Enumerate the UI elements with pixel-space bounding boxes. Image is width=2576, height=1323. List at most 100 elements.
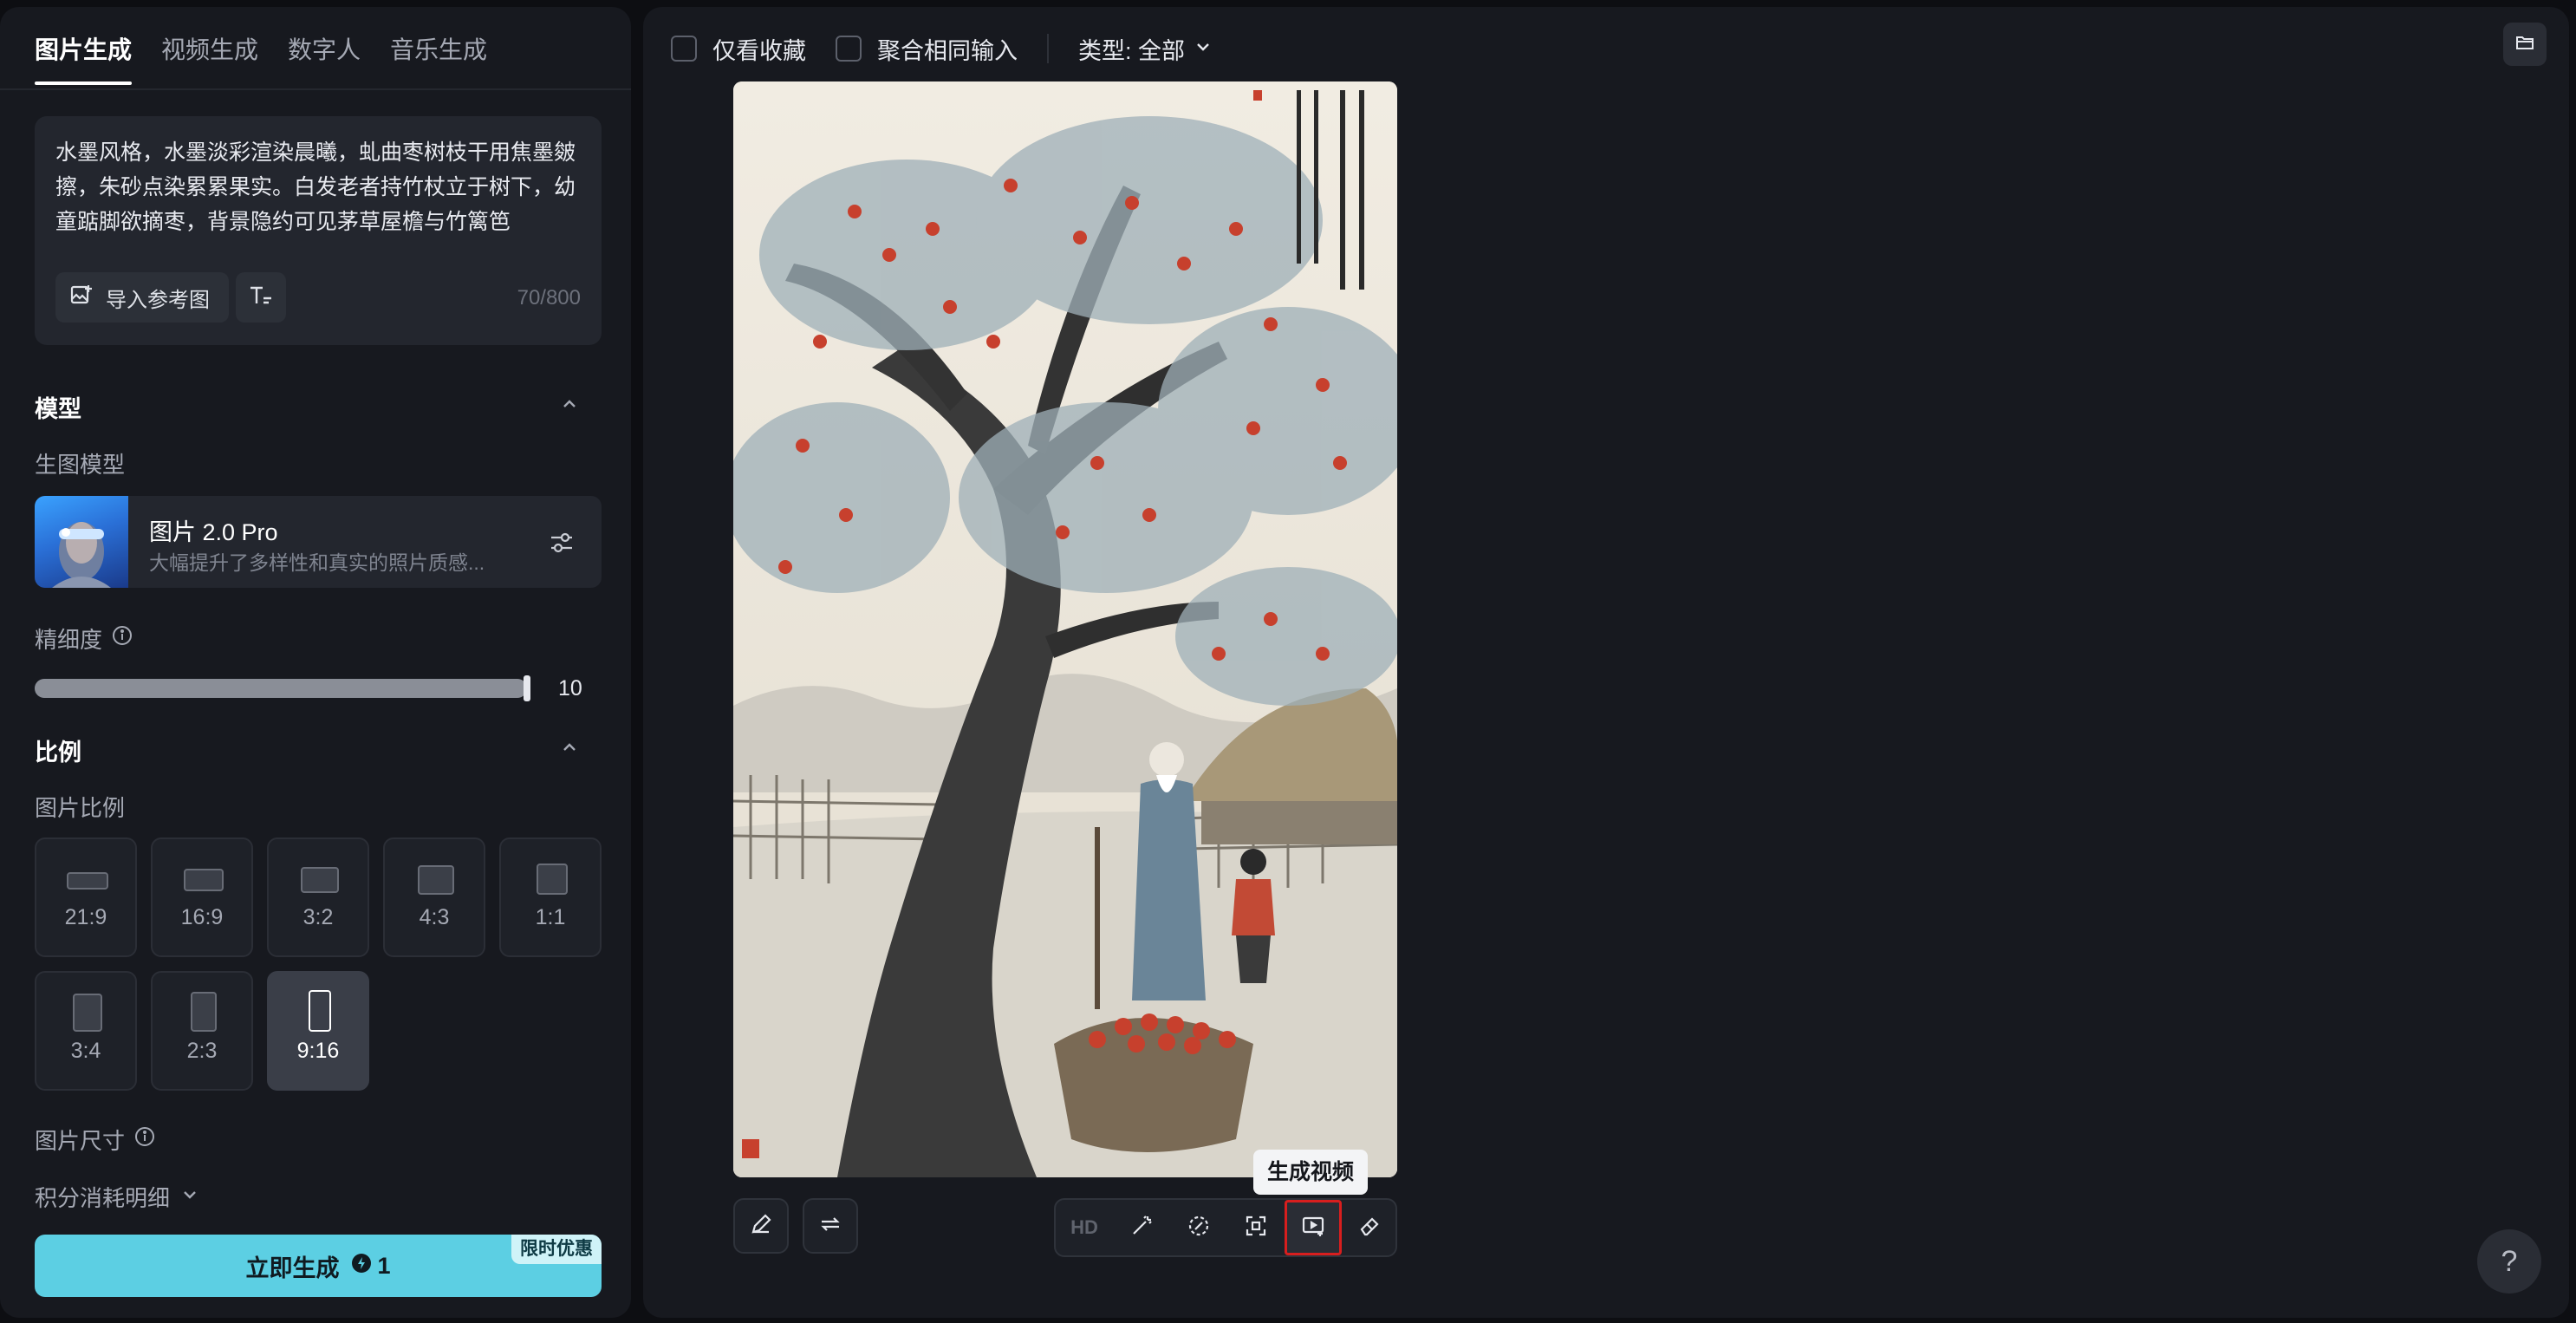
ratio-label: 1:1 bbox=[535, 905, 566, 929]
pencil-icon bbox=[749, 1212, 773, 1241]
ratio-3-2-shape bbox=[301, 867, 339, 893]
video-add-icon bbox=[1301, 1214, 1325, 1242]
ratio-option-3-2[interactable]: 3:2 bbox=[267, 837, 369, 957]
merge-same-input-label: 聚合相同输入 bbox=[877, 37, 1018, 64]
left-panel: 图片生成 视频生成 数字人 音乐生成 水墨风格，水墨淡彩渲染晨曦，虬曲枣树枝干用… bbox=[0, 7, 631, 1318]
ratio-option-4-3[interactable]: 4:3 bbox=[383, 837, 485, 957]
tab-video-generation[interactable]: 视频生成 bbox=[161, 33, 258, 88]
hd-upscale-button[interactable]: HD bbox=[1056, 1200, 1113, 1255]
ratio-4-3-shape bbox=[418, 865, 454, 895]
ratio-section-title: 比例 bbox=[35, 740, 81, 766]
ratio-label: 9:16 bbox=[296, 1039, 340, 1063]
ratio-label: 4:3 bbox=[419, 905, 450, 929]
only-favorites-toggle[interactable]: 仅看收藏 bbox=[671, 32, 806, 66]
ratio-label: 21:9 bbox=[64, 905, 107, 929]
model-selector-card[interactable]: 图片 2.0 Pro 大幅提升了多样性和真实的照片质感... bbox=[35, 496, 602, 588]
generate-video-button[interactable] bbox=[1285, 1200, 1342, 1255]
only-favorites-checkbox[interactable] bbox=[671, 36, 697, 62]
magic-edit-button[interactable] bbox=[1113, 1200, 1170, 1255]
filter-divider bbox=[1047, 34, 1049, 63]
hd-label: HD bbox=[1070, 1216, 1098, 1238]
type-filter-label: 类型: 全部 bbox=[1078, 37, 1186, 64]
tab-digital-human[interactable]: 数字人 bbox=[288, 33, 361, 88]
import-reference-label: 导入参考图 bbox=[106, 288, 210, 312]
expand-frame-icon bbox=[1244, 1214, 1268, 1242]
ratio-option-21-9[interactable]: 21:9 bbox=[35, 837, 137, 957]
ratio-option-9-16[interactable]: 9:16 bbox=[267, 971, 369, 1091]
folder-icon bbox=[2514, 32, 2535, 57]
ratio-option-2-3[interactable]: 2:3 bbox=[151, 971, 253, 1091]
ratio-option-16-9[interactable]: 16:9 bbox=[151, 837, 253, 957]
image-import-icon bbox=[69, 283, 94, 313]
ratio-label: 3:2 bbox=[302, 905, 334, 929]
only-favorites-label: 仅看收藏 bbox=[712, 37, 806, 64]
edit-button[interactable] bbox=[733, 1198, 789, 1254]
ratio-label: 3:4 bbox=[70, 1039, 101, 1063]
ratio-9-16-shape bbox=[309, 990, 331, 1032]
fineness-label: 精细度 bbox=[35, 627, 103, 653]
expand-canvas-button[interactable] bbox=[1227, 1200, 1285, 1255]
type-filter-dropdown[interactable]: 类型: 全部 bbox=[1078, 32, 1213, 66]
magic-wand-icon bbox=[1129, 1214, 1154, 1242]
generate-label: 立即生成 bbox=[245, 1255, 340, 1281]
image-size-label: 图片尺寸 bbox=[35, 1128, 126, 1154]
text-style-button[interactable] bbox=[236, 272, 286, 323]
model-section-title: 模型 bbox=[35, 396, 81, 422]
info-icon[interactable] bbox=[111, 624, 133, 653]
filter-bar: 仅看收藏 聚合相同输入 类型: 全部 bbox=[671, 28, 1213, 69]
credit-cost: 1 bbox=[351, 1252, 391, 1280]
prompt-box: 水墨风格，水墨淡彩渲染晨曦，虬曲枣树枝干用焦墨皴擦，朱砂点染累累果实。白发老者持… bbox=[35, 116, 602, 345]
credit-coin-icon bbox=[351, 1253, 372, 1280]
model-description: 大幅提升了多样性和真实的照片质感... bbox=[149, 551, 485, 574]
inpaint-button[interactable] bbox=[1170, 1200, 1227, 1255]
text-format-icon bbox=[248, 284, 274, 312]
character-count: 70/800 bbox=[517, 286, 581, 310]
tab-image-generation[interactable]: 图片生成 bbox=[35, 33, 133, 88]
tabs-divider bbox=[0, 88, 631, 90]
limited-offer-badge: 限时优惠 bbox=[511, 1235, 602, 1264]
chevron-down-icon bbox=[1194, 36, 1213, 62]
image-actions-toolbar: HD bbox=[1054, 1198, 1397, 1257]
import-reference-button[interactable]: 导入参考图 bbox=[55, 272, 229, 323]
fineness-value: 10 bbox=[558, 676, 582, 701]
eraser-icon bbox=[1358, 1214, 1382, 1242]
collapse-ratio-chevron-icon[interactable] bbox=[559, 737, 580, 758]
ratio-label: 16:9 bbox=[180, 905, 224, 929]
sliders-settings-icon[interactable] bbox=[548, 529, 576, 557]
ratio-option-3-4[interactable]: 3:4 bbox=[35, 971, 137, 1091]
prompt-input[interactable]: 水墨风格，水墨淡彩渲染晨曦，虬曲枣树枝干用焦墨皴擦，朱砂点染累累果实。白发老者持… bbox=[55, 135, 576, 241]
results-panel: 仅看收藏 聚合相同输入 类型: 全部 生成视频 HD ? bbox=[643, 7, 2569, 1318]
ratio-1-1-shape bbox=[537, 864, 568, 895]
image-size-label-row: 图片尺寸 bbox=[35, 1124, 156, 1156]
ratio-21-9-shape bbox=[67, 872, 108, 890]
model-avatar bbox=[35, 496, 128, 588]
folder-button[interactable] bbox=[2503, 23, 2547, 66]
ratio-option-1-1[interactable]: 1:1 bbox=[499, 837, 602, 957]
merge-same-input-toggle[interactable]: 聚合相同输入 bbox=[836, 32, 1018, 66]
tab-music-generation[interactable]: 音乐生成 bbox=[390, 33, 487, 88]
image-model-label: 生图模型 bbox=[35, 452, 126, 478]
fineness-slider-fill bbox=[35, 679, 527, 698]
fineness-slider[interactable] bbox=[35, 675, 530, 701]
regenerate-button[interactable] bbox=[803, 1198, 858, 1254]
generate-video-tooltip: 生成视频 bbox=[1253, 1150, 1369, 1195]
ratio-label: 2:3 bbox=[186, 1039, 218, 1063]
eraser-button[interactable] bbox=[1342, 1200, 1399, 1255]
ratio-16-9-shape bbox=[184, 869, 224, 891]
image-ratio-label: 图片比例 bbox=[35, 795, 126, 821]
generation-tabs: 图片生成 视频生成 数字人 音乐生成 bbox=[35, 33, 487, 88]
collapse-model-chevron-icon[interactable] bbox=[559, 394, 580, 414]
merge-same-input-checkbox[interactable] bbox=[836, 36, 862, 62]
fineness-slider-handle[interactable] bbox=[524, 675, 530, 701]
generate-now-button[interactable]: 立即生成 1 限时优惠 bbox=[35, 1235, 602, 1297]
brush-circle-icon bbox=[1187, 1214, 1211, 1242]
credit-amount: 1 bbox=[377, 1252, 391, 1279]
credit-cost-details[interactable]: 积分消耗明细 bbox=[35, 1181, 199, 1213]
help-button[interactable]: ? bbox=[2477, 1229, 2541, 1294]
chevron-down-icon bbox=[180, 1183, 199, 1210]
generated-image[interactable] bbox=[733, 81, 1397, 1177]
credit-cost-label: 积分消耗明细 bbox=[35, 1185, 171, 1211]
repeat-icon bbox=[818, 1212, 842, 1241]
info-icon[interactable] bbox=[133, 1125, 156, 1154]
ratio-3-4-shape bbox=[73, 994, 102, 1032]
